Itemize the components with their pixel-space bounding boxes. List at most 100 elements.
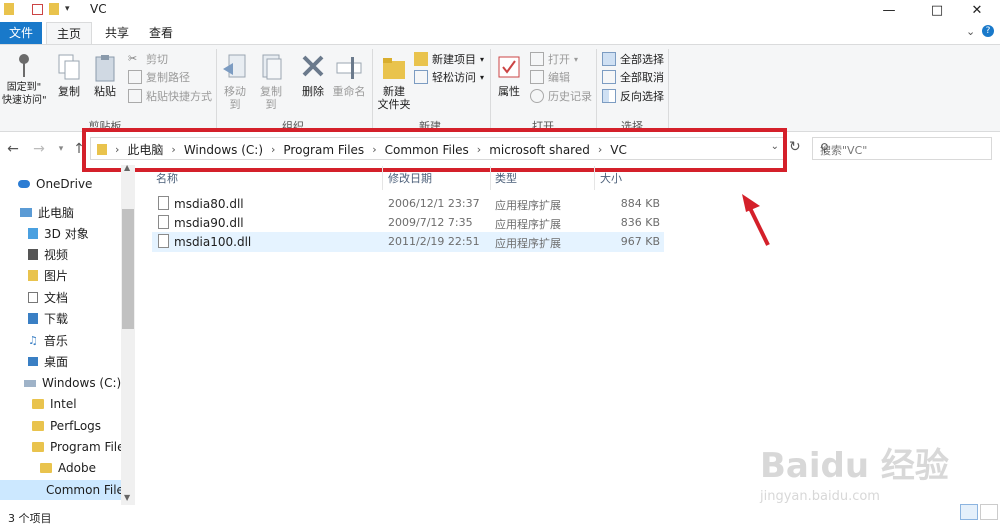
customize-toolbar-icon[interactable]: ▾ [65, 4, 70, 14]
tab-view[interactable]: 查看 [142, 22, 180, 44]
invert-selection-button[interactable]: 反向选择 [602, 87, 664, 105]
item-count: 3 个项目 [8, 512, 52, 525]
column-header-name[interactable]: 名称 [156, 170, 178, 188]
file-size: 967 KB [620, 235, 660, 248]
dropdown-arrow-icon: ▾ [480, 72, 485, 82]
move-to-button[interactable]: 移动到 [220, 53, 250, 111]
tree-item-downloads[interactable]: 下载 [28, 308, 68, 328]
highlight-box [82, 128, 787, 172]
select-none-label: 全部取消 [620, 71, 664, 84]
watermark-logo: Baidu 经验 [760, 446, 949, 486]
rename-button[interactable]: 重命名 [332, 53, 366, 98]
expand-ribbon-icon[interactable]: ⌄ [966, 25, 975, 38]
select-all-button[interactable]: 全部选择 [602, 50, 664, 68]
easy-access-button[interactable]: 轻松访问 ▾ [414, 68, 484, 86]
title-bar: ▾ VC — □ ✕ [0, 0, 1000, 20]
file-type: 应用程序扩展 [495, 199, 561, 212]
tree-label: 文档 [44, 290, 69, 305]
details-view-button[interactable] [960, 504, 978, 520]
cube-icon [28, 227, 38, 239]
tree-item-desktop[interactable]: 桌面 [28, 351, 68, 371]
new-folder-button[interactable]: 新建 文件夹 [376, 53, 412, 111]
scrollbar-thumb[interactable] [122, 209, 134, 329]
history-icon [530, 89, 544, 103]
new-folder-icon[interactable] [49, 3, 59, 15]
tree-item-common-files[interactable]: Common File [0, 480, 124, 500]
file-row[interactable]: msdia100.dll 2011/2/19 22:51 应用程序扩展 967 … [152, 232, 664, 252]
paste-shortcut-button[interactable]: 粘贴快捷方式 [128, 87, 212, 105]
open-icon [530, 52, 544, 66]
scissors-icon: ✂ [128, 52, 138, 65]
tree-item-documents[interactable]: 文档 [28, 287, 68, 307]
tree-item-adobe[interactable]: Adobe [40, 458, 96, 478]
tree-label: Adobe [58, 461, 96, 475]
column-header-date[interactable]: 修改日期 [388, 170, 432, 188]
file-row[interactable]: msdia90.dll 2009/7/12 7:35 应用程序扩展 836 KB [152, 213, 664, 233]
open-button[interactable]: 打开 ▾ [530, 50, 578, 68]
pin-label: 固定到" 快速访问" [2, 82, 47, 106]
column-header-type[interactable]: 类型 [495, 170, 517, 188]
tree-item-program-files[interactable]: Program Files [32, 437, 131, 457]
close-button[interactable]: ✕ [954, 0, 1000, 20]
column-header-size[interactable]: 大小 [600, 170, 622, 188]
navpane-scrollbar[interactable]: ▲ ▼ [121, 163, 135, 505]
tree-item-onedrive[interactable]: OneDrive [18, 174, 92, 194]
computer-icon [20, 207, 32, 217]
new-folder-label-1: 新建 [383, 85, 405, 98]
dropdown-arrow-icon: ▾ [480, 54, 485, 64]
tree-item-music[interactable]: ♫ 音乐 [28, 330, 68, 350]
tree-item-windows-c[interactable]: Windows (C:) [24, 373, 121, 393]
scroll-down-icon[interactable]: ▼ [124, 493, 130, 502]
tab-file[interactable]: 文件 [0, 22, 42, 44]
back-arrow-icon[interactable]: ← [4, 138, 22, 160]
history-button[interactable]: 历史记录 [530, 87, 592, 105]
tree-label: 视频 [44, 247, 69, 262]
select-none-button[interactable]: 全部取消 [602, 68, 664, 86]
dropdown-arrow-icon: ▾ [574, 54, 579, 64]
file-type: 应用程序扩展 [495, 237, 561, 250]
ribbon: 固定到" 快速访问" 复制 粘贴 ✂ 剪切 复制路径 粘贴快捷方式 剪贴板 移动… [0, 44, 1000, 133]
new-item-button[interactable]: 新建项目 ▾ [414, 50, 484, 68]
rename-icon [335, 53, 363, 83]
tree-item-intel[interactable]: Intel [32, 394, 77, 414]
tree-item-3d-objects[interactable]: 3D 对象 [28, 223, 89, 243]
help-icon[interactable]: ? [982, 25, 994, 37]
scroll-up-icon[interactable]: ▲ [124, 163, 130, 172]
paste-button[interactable]: 粘贴 [90, 53, 120, 98]
new-item-icon [414, 52, 428, 66]
properties-icon[interactable] [32, 3, 43, 15]
pin-quick-access-button[interactable]: 固定到" 快速访问" [2, 53, 47, 107]
column-divider[interactable] [490, 166, 491, 190]
folder-icon [4, 3, 14, 15]
move-to-icon [221, 53, 249, 83]
edit-button[interactable]: 编辑 [530, 68, 570, 86]
delete-button[interactable]: 删除 [298, 53, 328, 98]
recent-locations-icon[interactable]: ▾ [52, 138, 70, 160]
cut-button[interactable]: ✂ 剪切 [128, 50, 168, 68]
tree-item-perflogs[interactable]: PerfLogs [32, 416, 101, 436]
copy-to-button[interactable]: 复制到 [256, 53, 286, 111]
column-divider[interactable] [594, 166, 595, 190]
file-row[interactable]: msdia80.dll 2006/12/1 23:37 应用程序扩展 884 K… [152, 194, 664, 214]
tab-home[interactable]: 主页 [46, 22, 92, 44]
column-divider[interactable] [382, 166, 383, 190]
group-divider [216, 49, 217, 129]
folder-icon [32, 399, 44, 409]
file-date: 2006/12/1 23:37 [388, 197, 480, 210]
tree-item-videos[interactable]: 视频 [28, 244, 68, 264]
properties-button[interactable]: 属性 [494, 53, 524, 98]
tree-label: 图片 [44, 268, 69, 283]
search-input[interactable]: 搜索"VC" ⚲ [812, 137, 992, 160]
file-name: msdia90.dll [174, 216, 244, 230]
minimize-button[interactable]: — [866, 0, 912, 20]
easy-access-icon [414, 70, 428, 84]
tree-item-this-pc[interactable]: 此电脑 [20, 202, 74, 222]
tree-item-pictures[interactable]: 图片 [28, 265, 68, 285]
large-icons-view-button[interactable] [980, 504, 998, 520]
copy-button[interactable]: 复制 [54, 53, 84, 98]
copy-path-button[interactable]: 复制路径 [128, 68, 190, 86]
rename-label: 重命名 [332, 85, 366, 98]
forward-arrow-icon[interactable]: → [30, 138, 48, 160]
refresh-icon[interactable]: ↻ [789, 139, 801, 155]
tab-share[interactable]: 共享 [98, 22, 136, 44]
